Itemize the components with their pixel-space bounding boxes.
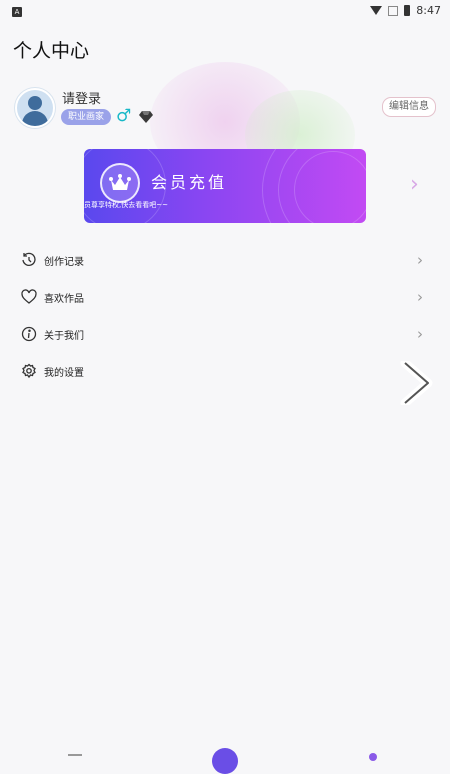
menu-item-label: 关于我们 — [44, 331, 84, 342]
status-bar: A 8:47 — [0, 0, 450, 24]
avatar[interactable] — [15, 88, 55, 128]
notification-icon: A — [12, 7, 22, 17]
menu-item-settings[interactable]: 我的设置 — [0, 354, 450, 390]
signal-icon — [388, 5, 399, 16]
menu-item-history[interactable]: 创作记录 › — [0, 243, 450, 279]
chevron-right-icon[interactable]: › — [410, 174, 419, 196]
profile-tab-icon[interactable] — [369, 753, 377, 761]
vip-subtitle: 员尊享特权,快去看看吧~~ — [84, 201, 168, 209]
heart-icon — [21, 289, 37, 305]
chevron-right-icon: › — [417, 288, 423, 306]
menu-item-label: 喜欢作品 — [44, 294, 84, 305]
login-link[interactable]: 请登录 — [62, 88, 101, 107]
menu-item-favorites[interactable]: 喜欢作品 › — [0, 280, 450, 316]
crown-icon — [100, 163, 140, 203]
chevron-right-icon: › — [417, 251, 423, 269]
info-icon — [21, 326, 37, 342]
chevron-right-icon: › — [417, 325, 423, 343]
gear-icon — [21, 363, 37, 379]
wifi-icon — [370, 6, 383, 15]
edit-profile-button[interactable]: 编辑信息 — [382, 97, 436, 117]
menu-item-about[interactable]: 关于我们 › — [0, 317, 450, 353]
page-title: 个人中心 — [13, 40, 90, 62]
chevron-right-icon[interactable] — [400, 358, 434, 409]
status-icons: 8:47 — [370, 4, 441, 17]
profession-badge: 职业画家 — [61, 109, 112, 125]
tab-bar-icon[interactable] — [68, 754, 82, 762]
diamond-icon — [139, 111, 153, 127]
male-icon: ♂ — [116, 106, 132, 126]
menu-item-label: 创作记录 — [44, 257, 84, 268]
vip-title: 会员充值 — [151, 173, 228, 192]
battery-icon — [404, 5, 411, 16]
history-icon — [21, 252, 37, 268]
create-tab-icon[interactable] — [212, 748, 238, 774]
status-time: 8:47 — [416, 4, 441, 17]
vip-recharge-card[interactable]: 会员充值 员尊享特权,快去看看吧~~ — [84, 149, 366, 223]
menu-item-label: 我的设置 — [44, 368, 84, 379]
